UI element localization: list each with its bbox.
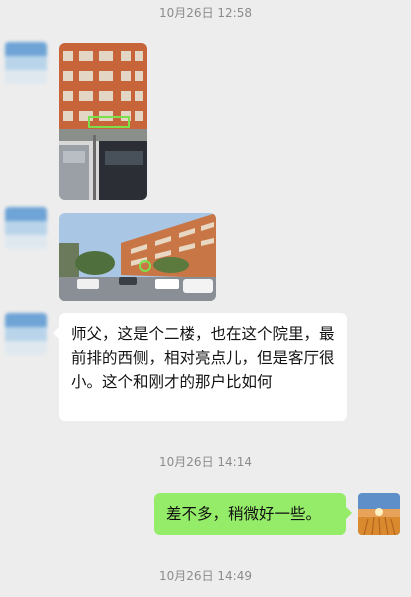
incoming-message-text: 师父，这是个二楼，也在这个院里，最前排的西侧，相对亮点儿，但是客厅很小。这个和刚…: [71, 325, 335, 391]
timestamp: 10月26日 14:49: [159, 569, 252, 583]
self-avatar[interactable]: [358, 493, 400, 535]
building-photo-image: [59, 43, 147, 200]
outgoing-message-text: 差不多，稍微好一些。: [166, 505, 322, 523]
contact-avatar[interactable]: [5, 313, 47, 355]
outgoing-message-bubble[interactable]: 差不多，稍微好一些。: [154, 493, 352, 535]
incoming-message-bubble[interactable]: 师父，这是个二楼，也在这个院里，最前排的西侧，相对亮点儿，但是客厅很小。这个和刚…: [53, 313, 347, 421]
timestamp: 10月26日 14:14: [159, 455, 252, 469]
contact-avatar[interactable]: [5, 42, 47, 84]
contact-avatar[interactable]: [5, 207, 47, 249]
timestamp: 10月26日 12:58: [159, 6, 252, 20]
image-message-courtyard[interactable]: [59, 213, 216, 301]
image-message-building-front[interactable]: [59, 43, 147, 200]
courtyard-photo-image: [59, 213, 216, 301]
self-avatar-image: [358, 493, 400, 535]
